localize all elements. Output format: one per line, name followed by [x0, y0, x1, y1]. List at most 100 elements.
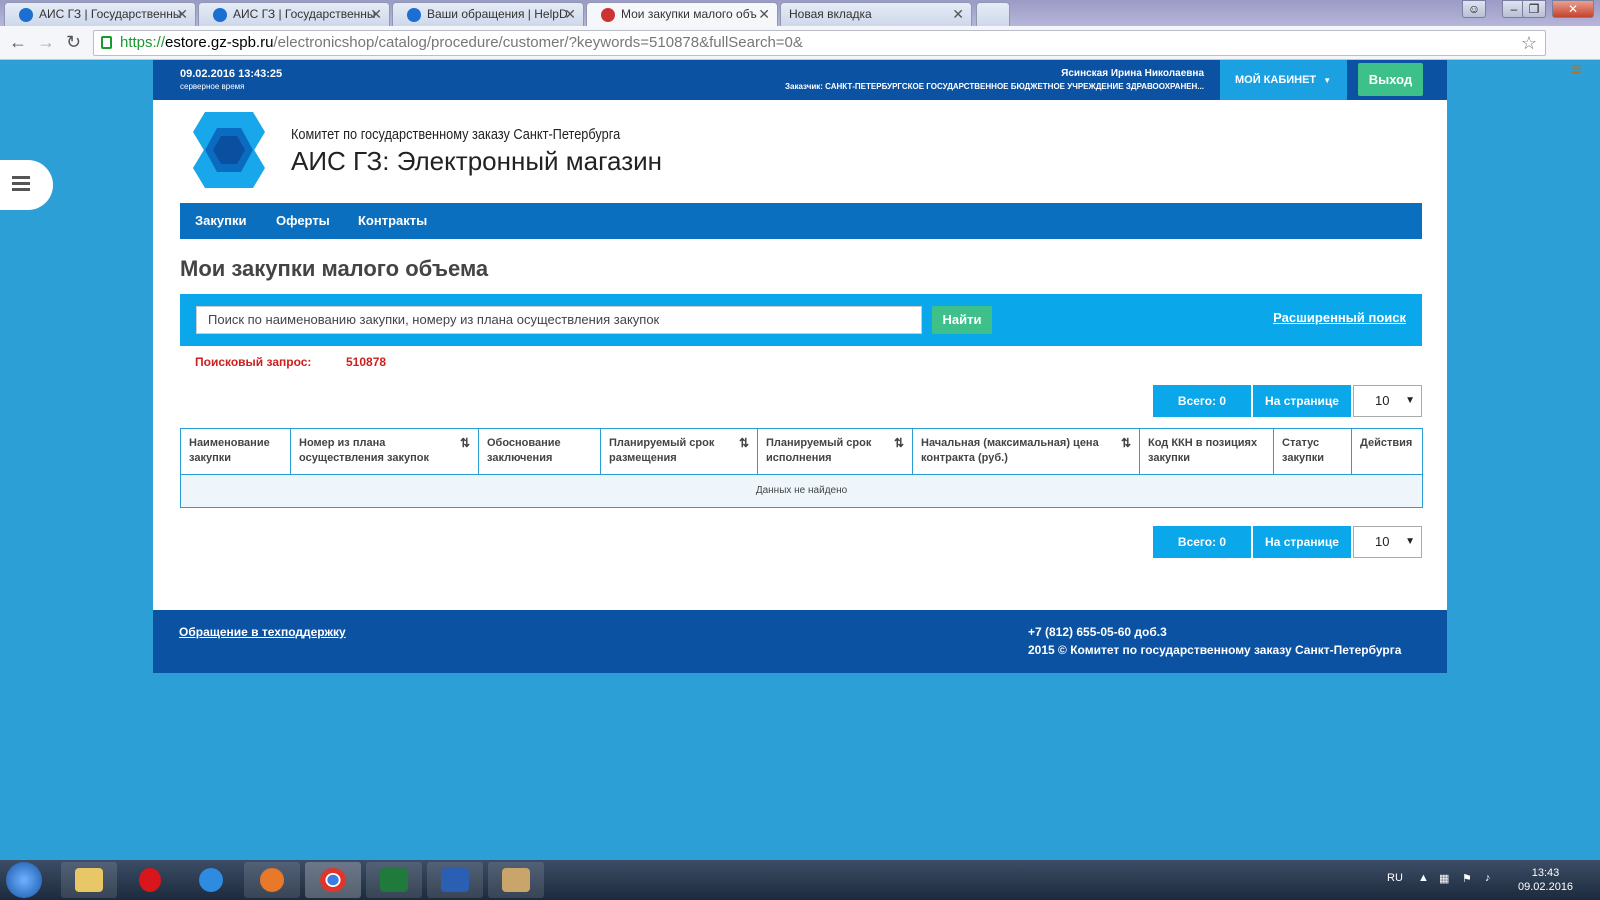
side-menu-toggle[interactable] — [0, 160, 53, 210]
browser-tab[interactable]: Новая вкладка ✕ — [780, 2, 972, 26]
column-header-label: Планируемый срок размещения — [609, 437, 715, 464]
customer-name: Заказчик: САНКТ-ПЕТЕРБУРГСКОЕ ГОСУДАРСТВ… — [785, 82, 1204, 91]
column-header[interactable]: Планируемый срок исполнения ⇅ — [758, 429, 913, 475]
browser-tab[interactable]: АИС ГЗ | Государственны ✕ — [198, 2, 390, 26]
support-link[interactable]: Обращение в техподдержку — [179, 625, 346, 639]
total-count: Всего: 0 — [1153, 385, 1251, 417]
sort-icon[interactable]: ⇅ — [460, 436, 470, 451]
chrome-icon[interactable] — [305, 862, 361, 898]
explorer-icon[interactable] — [61, 862, 117, 898]
network-icon[interactable]: ▦ — [1439, 872, 1449, 885]
taskbar-clock[interactable]: 13:43 09.02.2016 — [1518, 866, 1573, 894]
purchases-table: Наименование закупки Номер из плана осущ… — [180, 428, 1423, 508]
column-header[interactable]: Планируемый срок размещения ⇅ — [601, 429, 758, 475]
copyright: 2015 © Комитет по государственному заказ… — [1028, 643, 1402, 657]
column-header-label: Наименование закупки — [189, 437, 270, 464]
language-indicator[interactable]: RU — [1387, 872, 1403, 884]
close-tab-icon[interactable]: ✕ — [564, 3, 576, 25]
nav-item-purchases[interactable]: Закупки — [195, 203, 246, 239]
per-page-value: 10 — [1375, 393, 1390, 408]
nav-item-contracts[interactable]: Контракты — [358, 203, 427, 239]
search-button[interactable]: Найти — [932, 306, 992, 334]
url-scheme: https:// — [120, 34, 166, 51]
organization-name: Комитет по государственному заказу Санкт… — [291, 126, 621, 143]
column-header[interactable]: Начальная (максимальная) цена контракта … — [913, 429, 1140, 475]
search-query-value: 510878 — [346, 355, 387, 369]
browser-tab[interactable]: Ваши обращения | HelpD ✕ — [392, 2, 584, 26]
back-icon[interactable]: ← — [9, 32, 27, 53]
browser-menu-icon[interactable]: ≡ — [1571, 59, 1582, 80]
firefox-logo-icon — [260, 868, 284, 892]
restore-icon[interactable]: ❐ — [1522, 0, 1546, 18]
total-count: Всего: 0 — [1153, 526, 1251, 558]
word-logo-icon — [441, 868, 469, 892]
close-window-icon[interactable]: ✕ — [1552, 0, 1594, 18]
address-bar[interactable]: https://estore.gz-spb.ru/electronicshop/… — [93, 30, 1546, 56]
reload-icon[interactable]: ↻ — [66, 32, 81, 53]
user-name: Ясинская Ирина Николаевна — [1061, 68, 1204, 79]
dropdown-arrow-icon: ▼ — [1405, 395, 1415, 406]
my-cabinet-dropdown[interactable]: МОЙ КАБИНЕТ ▼ — [1220, 60, 1347, 100]
volume-muted-icon[interactable]: ♪ — [1485, 872, 1491, 884]
server-time-label: серверное время — [180, 82, 245, 91]
column-header[interactable]: Номер из плана осуществления закупок ⇅ — [291, 429, 479, 475]
page-title: Мои закупки малого объема — [180, 256, 489, 281]
search-panel: Поиск по наименованию закупки, номеру из… — [180, 294, 1422, 346]
browser-tab-active[interactable]: Мои закупки малого объ ✕ — [586, 2, 778, 27]
taskbar: RU ▲ ▦ ⚑ ♪ 13:43 09.02.2016 — [0, 860, 1600, 900]
sort-icon[interactable]: ⇅ — [894, 436, 904, 451]
close-tab-icon[interactable]: ✕ — [952, 3, 964, 25]
show-hidden-icons-icon[interactable]: ▲ — [1418, 872, 1429, 884]
opera-logo-icon — [139, 868, 161, 892]
paint-icon[interactable] — [488, 862, 544, 898]
paint-logo-icon — [502, 868, 530, 892]
empty-table-message: Данных не найдено — [181, 475, 1422, 507]
close-tab-icon[interactable]: ✕ — [758, 3, 770, 25]
page-container: 09.02.2016 13:43:25 серверное время Ясин… — [153, 60, 1447, 673]
chrome-logo-icon — [320, 868, 346, 892]
site-favicon-icon — [19, 8, 33, 22]
column-header-label: Статус закупки — [1282, 437, 1324, 464]
advanced-search-link[interactable]: Расширенный поиск — [1273, 310, 1406, 325]
excel-icon[interactable] — [366, 862, 422, 898]
per-page-value: 10 — [1375, 534, 1390, 549]
action-center-icon[interactable]: ⚑ — [1462, 872, 1472, 885]
logo-icon — [193, 112, 265, 188]
opera-icon[interactable] — [122, 862, 178, 898]
new-tab-button[interactable] — [976, 2, 1010, 26]
bookmark-star-icon[interactable]: ☆ — [1521, 31, 1537, 55]
ie-logo-icon — [199, 868, 223, 892]
per-page-select[interactable]: 10 ▼ — [1353, 526, 1422, 558]
word-icon[interactable] — [427, 862, 483, 898]
sort-icon[interactable]: ⇅ — [1121, 436, 1131, 451]
sort-icon[interactable]: ⇅ — [739, 436, 749, 451]
forward-icon[interactable]: → — [37, 32, 55, 53]
tab-title: АИС ГЗ | Государственны — [39, 7, 182, 21]
start-button-icon[interactable] — [6, 862, 42, 898]
server-datetime: 09.02.2016 13:43:25 — [180, 68, 283, 80]
tab-title: Новая вкладка — [789, 7, 872, 21]
search-input[interactable]: Поиск по наименованию закупки, номеру из… — [196, 306, 922, 334]
column-header-label: Обоснование заключения — [487, 437, 561, 464]
url-host: estore.gz-spb.ru — [165, 34, 274, 51]
folder-icon — [75, 868, 103, 892]
close-tab-icon[interactable]: ✕ — [370, 3, 382, 25]
column-header-label: Код ККН в позициях закупки — [1148, 437, 1258, 464]
browser-tab[interactable]: АИС ГЗ | Государственны ✕ — [4, 2, 196, 26]
close-tab-icon[interactable]: ✕ — [176, 3, 188, 25]
firefox-icon[interactable] — [244, 862, 300, 898]
secure-lock-icon — [101, 36, 112, 49]
column-header-label: Номер из плана осуществления закупок — [299, 437, 429, 464]
column-header: Действия — [1352, 429, 1422, 475]
column-header: Наименование закупки — [181, 429, 291, 475]
browser-tab-bar: АИС ГЗ | Государственны ✕ АИС ГЗ | Госуд… — [0, 0, 1600, 27]
main-nav: Закупки Оферты Контракты — [180, 203, 1422, 239]
nav-item-offers[interactable]: Оферты — [276, 203, 330, 239]
user-profile-icon[interactable]: ☺ — [1462, 0, 1486, 18]
per-page-select[interactable]: 10 ▼ — [1353, 385, 1422, 417]
logout-button[interactable]: Выход — [1358, 63, 1423, 96]
support-phone: +7 (812) 655-05-60 доб.3 — [1028, 625, 1167, 639]
helpdesk-favicon-icon — [407, 8, 421, 22]
dropdown-arrow-icon: ▼ — [1405, 536, 1415, 547]
internet-explorer-icon[interactable] — [183, 862, 239, 898]
